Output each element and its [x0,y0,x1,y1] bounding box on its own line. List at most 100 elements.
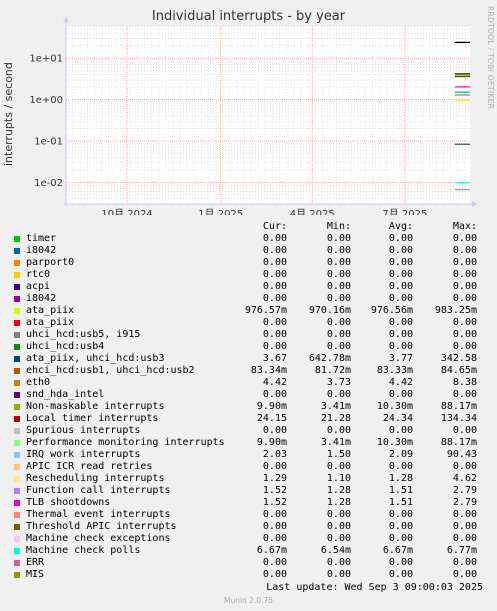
legend-value-cur: 9.90m [256,437,287,448]
legend-value-avg: 0.00 [388,293,413,304]
legend-value-min: 0.00 [326,233,351,244]
legend-series-name: Rescheduling interrupts [26,473,165,484]
legend-swatch [14,260,20,266]
legend-series-name: ata_piix [26,305,75,316]
legend-header-max: Max: [452,221,477,232]
legend-value-max: 0.00 [452,557,477,568]
legend-row: timer 0.00 0.00 0.00 0.00 [12,233,492,245]
legend-swatch [14,308,20,314]
legend-value-max: 0.00 [452,245,477,256]
legend-swatch [14,380,20,386]
legend-value-min: 0.00 [326,341,351,352]
legend-value-min: 21.28 [320,413,351,424]
legend-row: parport0 0.00 0.00 0.00 0.00 [12,257,492,269]
legend-swatch [14,548,20,554]
legend-swatch [14,464,20,470]
legend-row: i8042 0.00 0.00 0.00 0.00 [12,293,492,305]
legend-value-cur: 2.03 [262,449,287,460]
legend-swatch [14,500,20,506]
legend-value-min: 1.10 [326,473,351,484]
legend-value-min: 0.00 [326,509,351,520]
legend-rows: timer 0.00 0.00 0.00 0.00 i8042 0.00 0.00 0.00 0.… [12,233,492,581]
x-tick-label: 1月 2025 [198,208,243,215]
legend-row: ata_piix, uhci_hcd:usb3 3.67 642.78m 3.77 34… [12,353,492,365]
legend-header-cur: Cur: [262,221,287,232]
legend-series-name: MIS [26,569,45,580]
legend-value-cur: 83.34m [250,365,287,376]
legend-row: ata_piix 0.00 0.00 0.00 0.00 [12,317,492,329]
legend-series-name: Machine check exceptions [26,533,171,544]
legend-value-avg: 24.34 [382,413,413,424]
legend-value-min: 3.41m [320,401,351,412]
legend-value-cur: 6.67m [256,545,287,556]
legend-value-max: 0.00 [452,425,477,436]
legend-row: Rescheduling interrupts 1.29 1.10 1.28 4.62 [12,473,492,485]
x-tick-label: 10月 2024 [101,208,152,215]
legend-value-avg: 976.56m [370,305,413,316]
legend-value-max: 0.00 [452,389,477,400]
legend-value-avg: 0.00 [388,257,413,268]
legend-value-min: 0.00 [326,461,351,472]
legend-row: snd_hda_intel 0.00 0.00 0.00 0.00 [12,389,492,401]
y-tick-label: 1e-01 [34,136,63,147]
legend-row: uhci_hcd:usb4 0.00 0.00 0.00 0.00 [12,341,492,353]
legend-table: Cur: Min: Avg: Max: timer 0.00 0.00 0.00 0.0… [12,221,492,581]
legend-row: Threshold APIC interrupts 0.00 0.00 0.00 0.0… [12,521,492,533]
legend-series-name: Spurious interrupts [26,425,141,436]
legend-value-avg: 0.00 [388,245,413,256]
legend-swatch [14,452,20,458]
legend-swatch [14,248,20,254]
legend-series-name: Performance monitoring interrupts [26,437,225,448]
y-axis-arrow [63,17,69,22]
munin-graph-page: Individual interrupts - by year RRDTOOL … [0,0,497,611]
legend-value-min: 970.16m [308,305,351,316]
legend-row: ERR 0.00 0.00 0.00 0.00 [12,557,492,569]
legend-row: TLB shootdowns 1.52 1.28 1.51 2.79 [12,497,492,509]
legend-value-min: 0.00 [326,245,351,256]
legend-value-max: 134.34 [440,413,477,424]
legend-value-max: 0.00 [452,293,477,304]
legend-row: Non-maskable interrupts 9.90m 3.41m 10.30m 8… [12,401,492,413]
legend-swatch [14,536,20,542]
legend-value-max: 0.00 [452,521,477,532]
legend-value-avg: 1.28 [388,473,413,484]
legend-row: ata_piix 976.57m 970.16m 976.56m 983.25m [12,305,492,317]
legend-row: Machine check exceptions 0.00 0.00 0.00 0.00 [12,533,492,545]
legend-value-avg: 0.00 [388,533,413,544]
legend-row: Thermal event interrupts 0.00 0.00 0.00 0.00 [12,509,492,521]
legend-value-cur: 4.42 [262,377,287,388]
legend-series-name: ata_piix, uhci_hcd:usb3 [26,353,165,364]
legend-value-cur: 1.52 [262,485,287,496]
legend-value-max: 88.17m [440,401,477,412]
legend-row: Function call interrupts 1.52 1.28 1.51 2.79 [12,485,492,497]
legend-series-name: i8042 [26,293,57,304]
legend-value-min: 0.00 [326,569,351,580]
legend-series-name: acpi [26,281,51,292]
legend-value-cur: 3.67 [262,353,287,364]
legend-value-avg: 0.00 [388,521,413,532]
legend-value-max: 0.00 [452,329,477,340]
legend-swatch [14,344,20,350]
legend-value-avg: 0.00 [388,233,413,244]
legend-swatch [14,368,20,374]
legend-value-avg: 1.51 [388,497,413,508]
legend-series-name: IRQ work interrupts [26,449,141,460]
legend-value-cur: 0.00 [262,461,287,472]
legend-value-avg: 0.00 [388,281,413,292]
x-tick-label: 7月 2025 [382,208,427,215]
legend-value-min: 0.00 [326,389,351,400]
legend-value-max: 84.65m [440,365,477,376]
legend-value-cur: 0.00 [262,341,287,352]
legend-value-cur: 1.52 [262,497,287,508]
legend-value-min: 81.72m [314,365,351,376]
legend-swatch [14,476,20,482]
legend-swatch [14,512,20,518]
legend-series-name: APIC ICR read retries [26,461,153,472]
legend-header-min: Min: [326,221,351,232]
legend-swatch [14,428,20,434]
legend-value-cur: 0.00 [262,521,287,532]
legend-value-avg: 10.30m [376,437,413,448]
legend-value-cur: 0.00 [262,557,287,568]
legend-value-max: 0.00 [452,233,477,244]
legend-value-min: 3.41m [320,437,351,448]
